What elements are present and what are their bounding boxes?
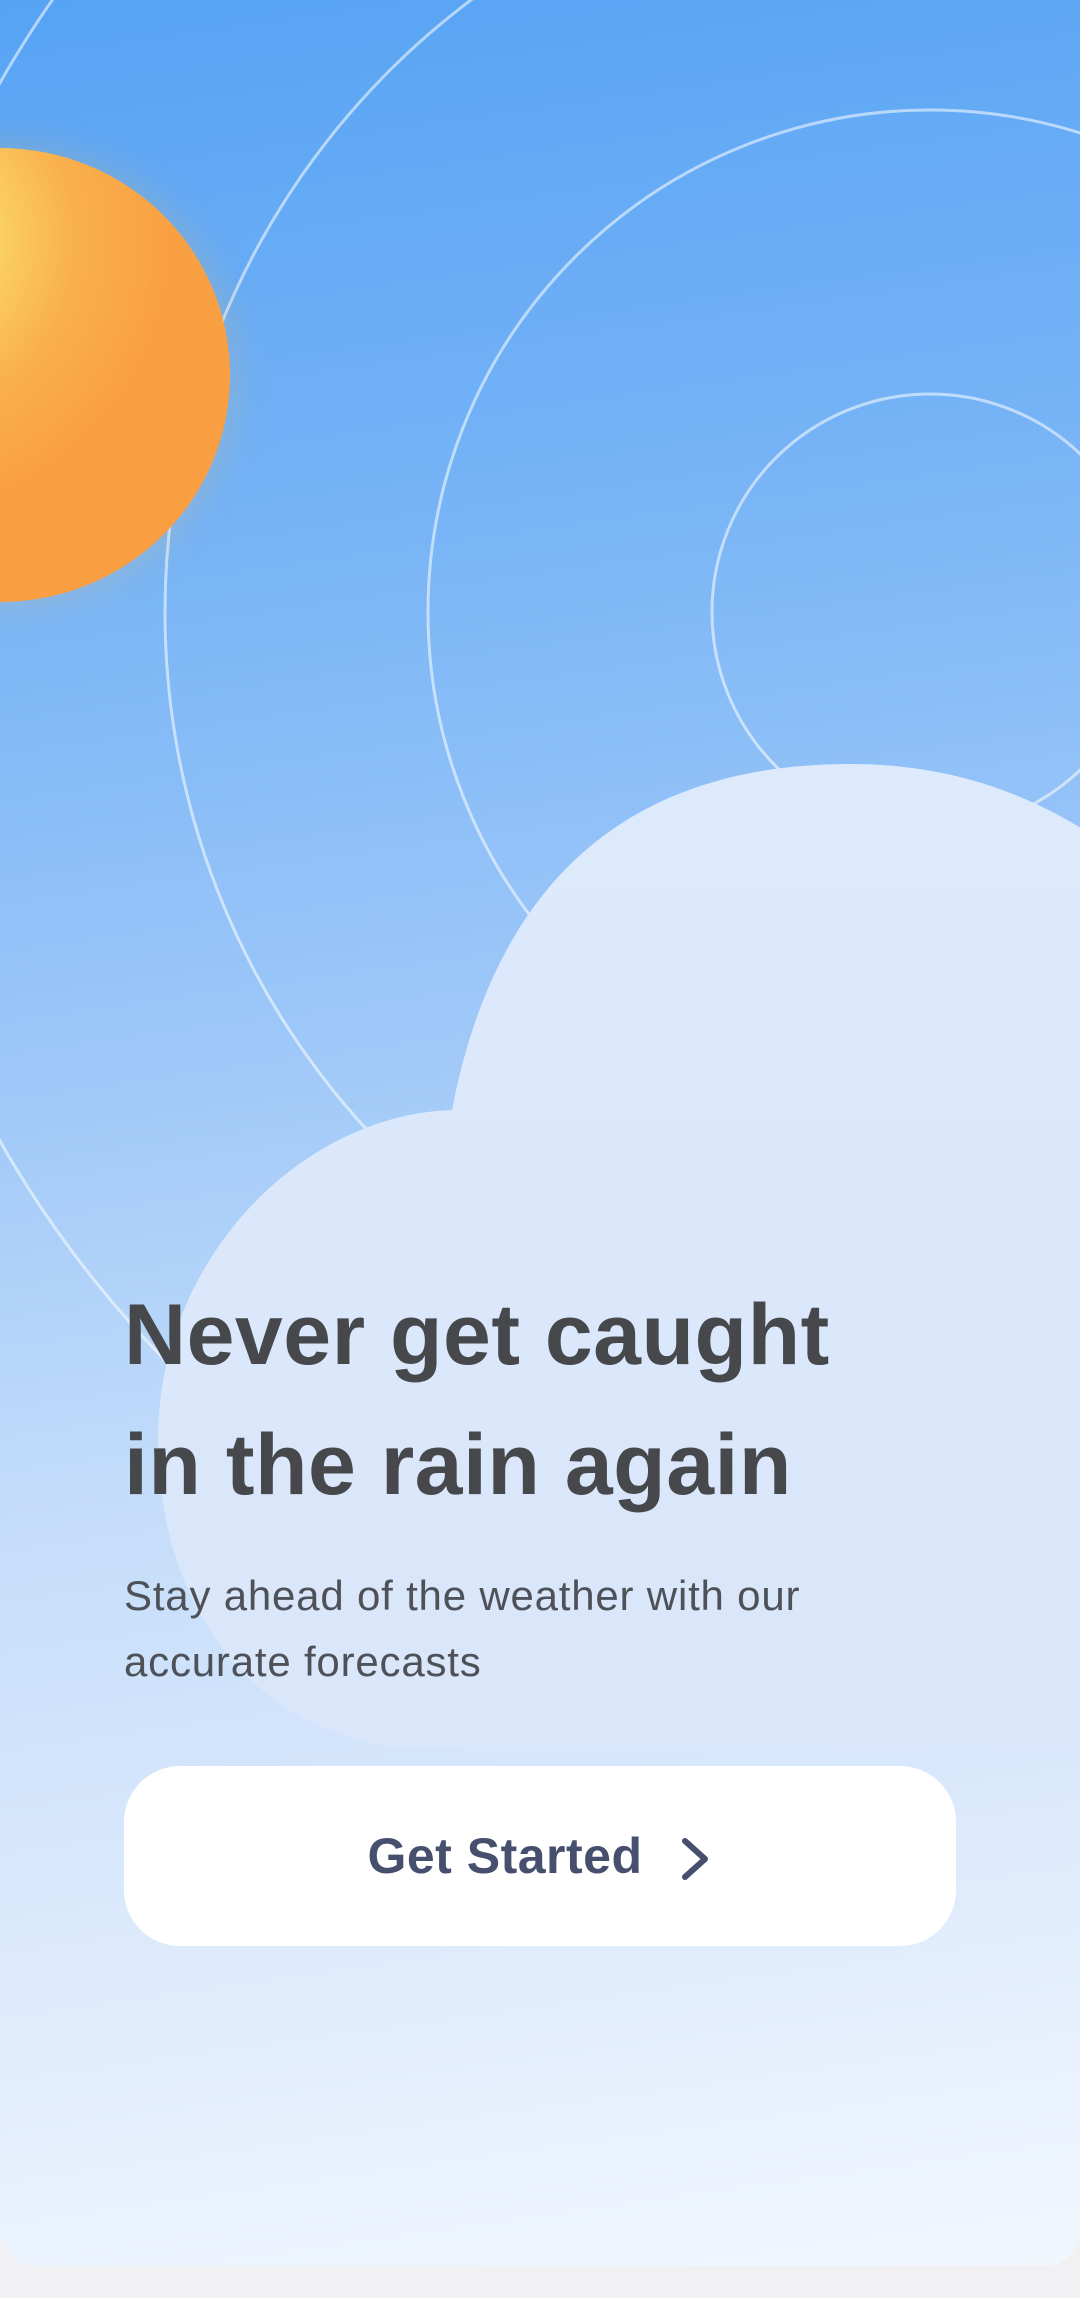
headline-line-1: Never get caught: [124, 1287, 830, 1383]
onboarding-screen: Never get caught in the rain again Stay …: [0, 0, 1080, 2266]
subtitle-line-1: Stay ahead of the weather with our: [124, 1572, 801, 1619]
headline-line-2: in the rain again: [124, 1417, 792, 1513]
subtitle: Stay ahead of the weather with our accur…: [124, 1563, 984, 1695]
get-started-label: Get Started: [367, 1828, 643, 1884]
subtitle-line-2: accurate forecasts: [124, 1638, 482, 1685]
headline: Never get caught in the rain again: [124, 1270, 984, 1530]
chevron-right-icon: [681, 1838, 708, 1880]
get-started-button[interactable]: Get Started: [124, 1766, 956, 1946]
